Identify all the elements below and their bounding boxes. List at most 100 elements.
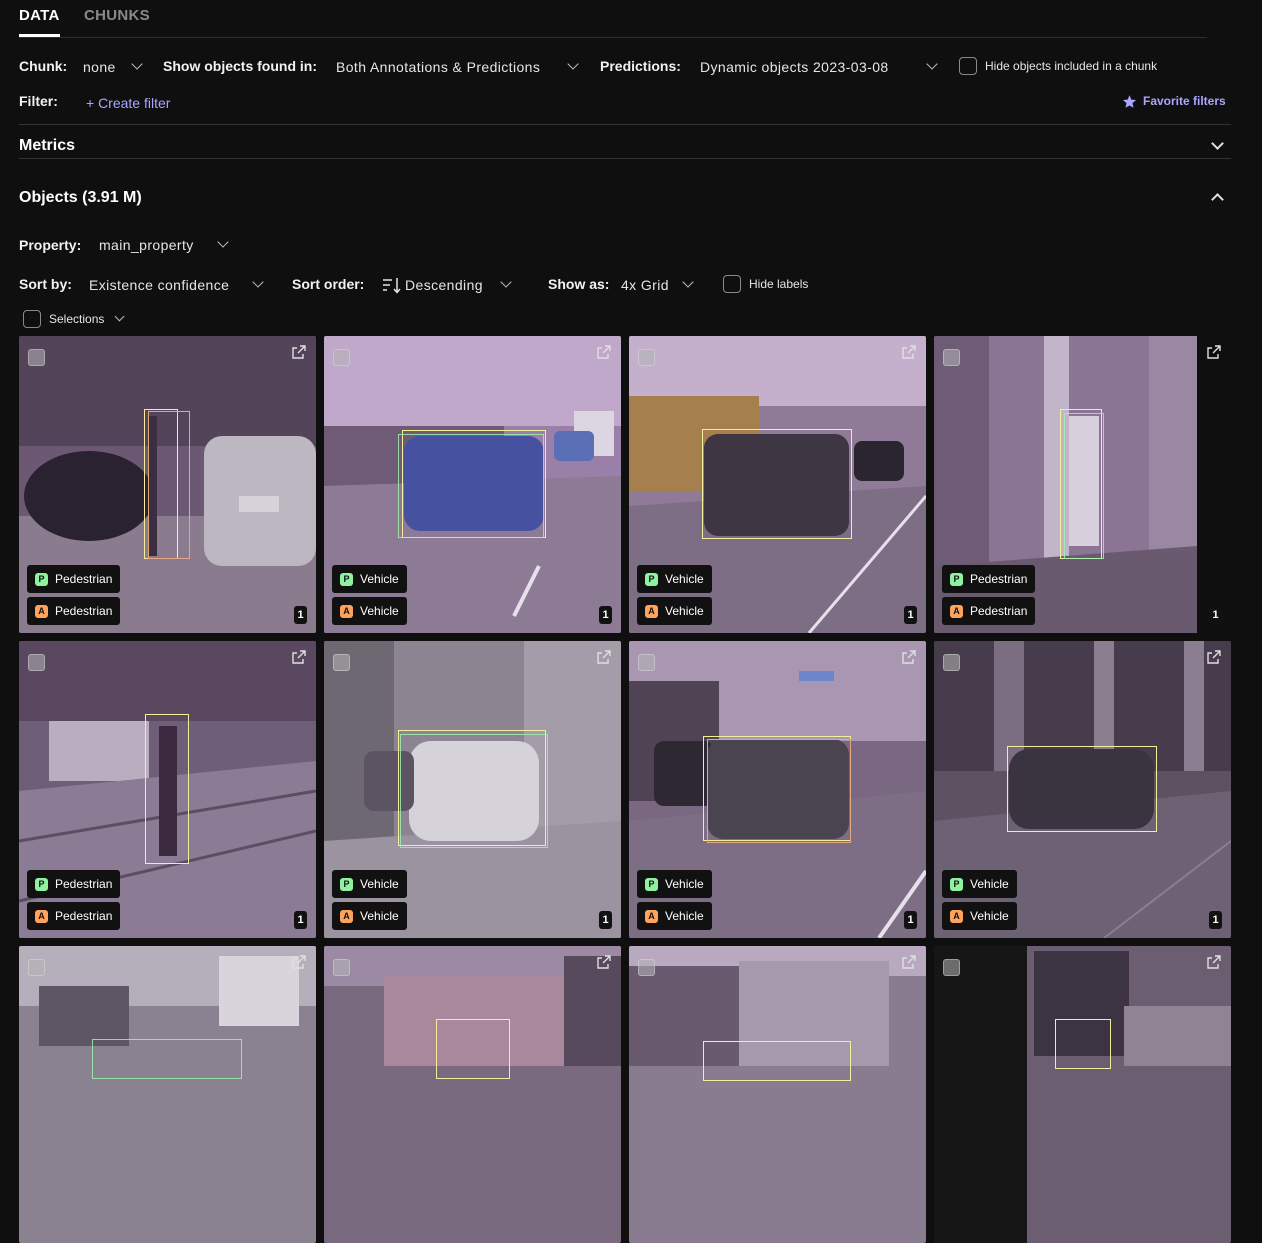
- card-checkbox[interactable]: [333, 349, 350, 366]
- prediction-label-tag: P Vehicle: [332, 565, 407, 593]
- prediction-bounding-box: [707, 739, 851, 843]
- annotation-bounding-box: [702, 429, 852, 539]
- selections-chevron-down-icon[interactable]: [114, 311, 125, 322]
- card-checkbox[interactable]: [28, 959, 45, 976]
- object-card[interactable]: P Pedestrian A Pedestrian 1: [19, 641, 316, 938]
- open-external-icon[interactable]: [1206, 344, 1222, 360]
- annotation-label-tag: A Vehicle: [637, 597, 712, 625]
- hide-chunk-checkbox[interactable]: [959, 57, 977, 75]
- prediction-class: Pedestrian: [55, 877, 113, 891]
- sort-by-chevron-down-icon[interactable]: [252, 276, 264, 288]
- favorite-filters-button[interactable]: Favorite filters: [1143, 94, 1226, 108]
- open-external-icon[interactable]: [901, 344, 917, 360]
- annotation-badge-icon: A: [35, 604, 48, 618]
- selections-dropdown[interactable]: Selections: [49, 312, 104, 326]
- show-objects-select[interactable]: Both Annotations & Predictions: [336, 59, 540, 75]
- card-checkbox[interactable]: [943, 349, 960, 366]
- object-card[interactable]: P Vehicle A Vehicle 1: [324, 641, 621, 938]
- create-filter-button[interactable]: + Create filter: [86, 95, 170, 111]
- object-card[interactable]: P Pedestrian A Pedestrian 1: [19, 336, 316, 633]
- chunk-select[interactable]: none: [83, 59, 116, 75]
- select-all-checkbox[interactable]: [23, 310, 41, 328]
- object-count-badge: 1: [294, 911, 307, 929]
- object-card[interactable]: [629, 946, 926, 1243]
- open-external-icon[interactable]: [1206, 649, 1222, 665]
- hide-labels-checkbox[interactable]: [723, 275, 741, 293]
- prediction-badge-icon: P: [950, 877, 963, 891]
- object-thumbnail: [19, 946, 316, 1243]
- sort-descending-icon: [383, 278, 401, 294]
- objects-collapse-chevron-up-icon[interactable]: [1211, 193, 1224, 206]
- show-as-chevron-down-icon[interactable]: [682, 276, 694, 288]
- predictions-chevron-down-icon[interactable]: [926, 58, 938, 70]
- open-external-icon[interactable]: [596, 954, 612, 970]
- object-card[interactable]: P Vehicle A Vehicle 1: [629, 336, 926, 633]
- card-checkbox[interactable]: [943, 654, 960, 671]
- card-checkbox[interactable]: [28, 349, 45, 366]
- annotation-class: Pedestrian: [55, 909, 113, 923]
- prediction-class: Vehicle: [665, 877, 704, 891]
- object-card[interactable]: [934, 946, 1231, 1243]
- hide-chunk-label: Hide objects included in a chunk: [985, 59, 1158, 73]
- object-card[interactable]: P Vehicle A Vehicle 1: [324, 336, 621, 633]
- object-card[interactable]: P Vehicle A Vehicle 1: [629, 641, 926, 938]
- property-select[interactable]: main_property: [99, 237, 194, 253]
- metrics-expand-chevron-down-icon[interactable]: [1211, 137, 1224, 150]
- star-icon[interactable]: [1122, 94, 1137, 109]
- prediction-bounding-box: [92, 1039, 242, 1079]
- annotation-class: Vehicle: [970, 909, 1009, 923]
- annotation-badge-icon: A: [340, 604, 353, 618]
- object-count-badge: 1: [904, 606, 917, 624]
- annotation-bounding-box: [703, 1041, 851, 1081]
- annotation-badge-icon: A: [950, 909, 963, 923]
- annotation-badge-icon: A: [645, 604, 658, 618]
- sort-by-label: Sort by:: [19, 276, 72, 292]
- show-objects-chevron-down-icon[interactable]: [567, 58, 579, 70]
- prediction-class: Vehicle: [360, 877, 399, 891]
- object-count-badge: 1: [294, 606, 307, 624]
- open-external-icon[interactable]: [291, 344, 307, 360]
- annotation-badge-icon: A: [35, 909, 48, 923]
- prediction-label-tag: P Vehicle: [942, 870, 1017, 898]
- object-card[interactable]: P Vehicle A Vehicle 1: [934, 641, 1231, 938]
- sort-order-select[interactable]: Descending: [405, 277, 483, 293]
- sort-by-select[interactable]: Existence confidence: [89, 277, 229, 293]
- annotation-class: Pedestrian: [970, 604, 1028, 618]
- annotation-badge-icon: A: [645, 909, 658, 923]
- card-checkbox[interactable]: [638, 349, 655, 366]
- show-objects-label: Show objects found in:: [163, 58, 317, 74]
- prediction-badge-icon: P: [645, 572, 658, 586]
- show-as-select[interactable]: 4x Grid: [621, 277, 669, 293]
- property-chevron-down-icon[interactable]: [217, 236, 229, 248]
- card-checkbox[interactable]: [638, 654, 655, 671]
- open-external-icon[interactable]: [901, 954, 917, 970]
- card-checkbox[interactable]: [638, 959, 655, 976]
- chunk-chevron-down-icon[interactable]: [131, 58, 143, 70]
- prediction-label-tag: P Vehicle: [637, 870, 712, 898]
- open-external-icon[interactable]: [901, 649, 917, 665]
- tab-chunks[interactable]: CHUNKS: [84, 7, 150, 24]
- metrics-title[interactable]: Metrics: [19, 137, 75, 155]
- card-checkbox[interactable]: [333, 654, 350, 671]
- open-external-icon[interactable]: [596, 649, 612, 665]
- object-card[interactable]: P Pedestrian A Pedestrian 1: [934, 336, 1231, 633]
- card-checkbox[interactable]: [943, 959, 960, 976]
- prediction-label-tag: P Pedestrian: [27, 870, 121, 898]
- predictions-label: Predictions:: [600, 58, 681, 74]
- object-card[interactable]: [19, 946, 316, 1243]
- annotation-class: Vehicle: [665, 909, 704, 923]
- open-external-icon[interactable]: [291, 649, 307, 665]
- object-card[interactable]: [324, 946, 621, 1243]
- filter-label: Filter:: [19, 93, 58, 109]
- sort-order-label: Sort order:: [292, 276, 365, 292]
- sort-order-chevron-down-icon[interactable]: [500, 276, 512, 288]
- open-external-icon[interactable]: [1206, 954, 1222, 970]
- open-external-icon[interactable]: [291, 954, 307, 970]
- card-checkbox[interactable]: [28, 654, 45, 671]
- card-checkbox[interactable]: [333, 959, 350, 976]
- open-external-icon[interactable]: [596, 344, 612, 360]
- divider: [19, 158, 1231, 159]
- object-count-badge: 1: [1209, 911, 1222, 929]
- tab-data[interactable]: DATA: [19, 7, 60, 24]
- predictions-select[interactable]: Dynamic objects 2023-03-08: [700, 59, 889, 75]
